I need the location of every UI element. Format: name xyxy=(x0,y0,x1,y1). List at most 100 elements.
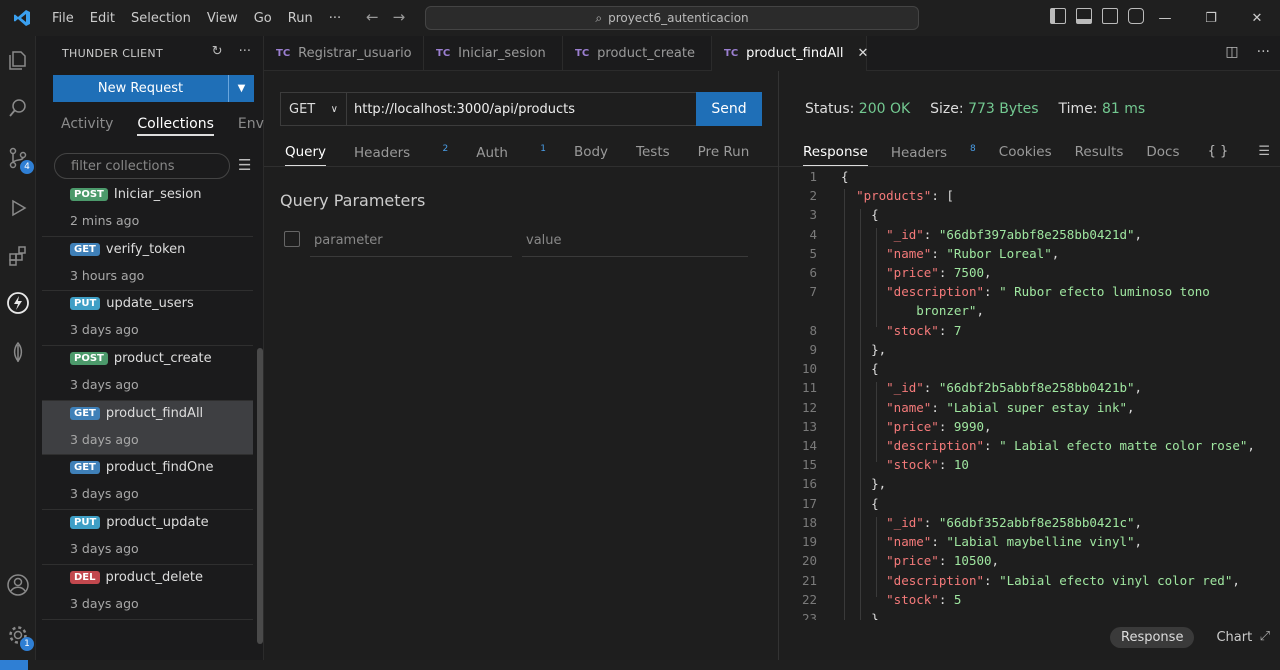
divider xyxy=(779,166,1280,167)
tab-env[interactable]: Env xyxy=(238,116,264,136)
view-chart-button[interactable]: Chart xyxy=(1216,630,1252,645)
list-item[interactable]: PUT update_users 3 days ago xyxy=(42,291,253,347)
menu-go[interactable]: Go xyxy=(246,11,280,26)
source-control-badge: 4 xyxy=(20,160,34,174)
tab-response[interactable]: Response xyxy=(803,144,868,167)
tab-pre-run[interactable]: Pre Run xyxy=(698,144,750,167)
minimize-icon[interactable]: — xyxy=(1142,0,1188,36)
list-item[interactable]: PUT product_update 3 days ago xyxy=(42,510,253,565)
line-number: 20 xyxy=(801,553,817,568)
close-tab-icon[interactable]: ✕ xyxy=(857,46,868,61)
line-number: 11 xyxy=(801,380,817,395)
tab-collections[interactable]: Collections xyxy=(137,116,214,136)
menu-selection[interactable]: Selection xyxy=(123,11,199,26)
sidebar-scrollbar[interactable] xyxy=(257,348,263,644)
tab-query[interactable]: Query xyxy=(285,144,327,167)
line-number: 17 xyxy=(801,496,817,511)
thunder-client-sidebar: THUNDER CLIENT ↻ ··· New Request ▼ Activ… xyxy=(36,36,264,660)
new-request-button[interactable]: New Request ▼ xyxy=(53,75,254,102)
json-response-viewer[interactable]: 1 { 2 "products": [ 3 { 4 "_id": "66dbf3… xyxy=(779,168,1280,620)
list-item[interactable]: GET product_findOne 3 days ago xyxy=(42,455,253,511)
method-select[interactable]: GET ∨ xyxy=(281,93,347,125)
request-name: product_findOne xyxy=(105,460,214,476)
tab-body[interactable]: Body xyxy=(574,144,608,167)
menu-file[interactable]: File xyxy=(44,11,82,26)
expand-icon[interactable]: ⤢ xyxy=(1260,629,1270,644)
tab-results[interactable]: Results xyxy=(1075,144,1124,167)
run-debug-icon[interactable] xyxy=(6,196,30,220)
close-window-icon[interactable]: ✕ xyxy=(1234,0,1280,36)
more-actions-icon[interactable]: ··· xyxy=(239,44,251,59)
sidebar-actions: ↻ ··· xyxy=(212,44,251,59)
code-line: "description": " Labial efecto matte col… xyxy=(886,438,1255,453)
tab-tests[interactable]: Tests xyxy=(636,144,670,167)
response-menu-icon[interactable]: ☰ xyxy=(1258,144,1270,159)
restore-icon[interactable]: ❐ xyxy=(1188,0,1234,36)
code-line: }, xyxy=(841,342,887,357)
editor-more-icon[interactable]: ··· xyxy=(1257,44,1270,60)
tab-headers[interactable]: Headers 2 xyxy=(354,144,448,167)
extensions-icon[interactable] xyxy=(6,244,30,268)
toggle-panel-icon[interactable] xyxy=(1076,8,1092,24)
code-line: "name": "Rubor Loreal", xyxy=(886,246,1060,261)
accounts-icon[interactable] xyxy=(6,573,30,597)
response-pane: Status: 200 OK Size: 773 Bytes Time: 81 … xyxy=(779,71,1280,660)
tab-label: product_findAll xyxy=(746,46,844,61)
tab-registrar-usuario[interactable]: TC Registrar_usuario xyxy=(264,36,424,71)
list-item[interactable]: GET verify_token 3 hours ago xyxy=(42,237,253,292)
code-line: "_id": "66dbf2b5abbf8e258bb0421b", xyxy=(886,380,1143,395)
tab-auth-label: Auth xyxy=(476,144,508,161)
refresh-icon[interactable]: ↻ xyxy=(212,44,223,59)
tab-auth[interactable]: Auth 1 xyxy=(476,144,546,167)
menu-view[interactable]: View xyxy=(199,11,246,26)
search-view-icon[interactable] xyxy=(6,96,30,120)
request-name: verify_token xyxy=(105,241,186,257)
command-center-search[interactable]: ⌕ proyect6_autenticacion xyxy=(425,6,919,30)
tab-response-headers[interactable]: Headers 8 xyxy=(891,144,976,167)
tab-activity[interactable]: Activity xyxy=(61,116,113,136)
chevron-down-icon[interactable]: ▼ xyxy=(228,75,254,102)
send-button[interactable]: Send xyxy=(696,92,762,126)
tab-iniciar-sesion[interactable]: TC Iniciar_sesion xyxy=(424,36,563,71)
list-item[interactable]: POST product_create 3 days ago xyxy=(42,346,253,401)
menu-more[interactable]: ··· xyxy=(321,11,349,26)
explorer-icon[interactable] xyxy=(6,48,30,72)
settings-gear-icon[interactable]: 1 xyxy=(6,623,34,651)
tab-cookies[interactable]: Cookies xyxy=(999,144,1052,167)
param-checkbox[interactable] xyxy=(284,231,300,247)
mongodb-leaf-icon[interactable] xyxy=(6,340,30,364)
tab-product-findall[interactable]: TC product_findAll ✕ xyxy=(712,36,868,71)
back-arrow-icon[interactable]: ← xyxy=(366,8,379,26)
source-control-icon[interactable]: 4 xyxy=(6,146,34,174)
editor-tab-bar: TC Registrar_usuario TC Iniciar_sesion T… xyxy=(264,36,1280,71)
toggle-primary-sidebar-icon[interactable] xyxy=(1050,8,1066,24)
request-time: 3 days ago xyxy=(70,377,139,393)
method-badge: GET xyxy=(70,242,100,256)
vscode-logo-icon xyxy=(0,0,44,36)
view-response-button[interactable]: Response xyxy=(1110,627,1195,648)
status-bar xyxy=(0,660,1280,670)
list-item[interactable]: DEL product_delete 3 days ago xyxy=(42,565,253,620)
list-item[interactable]: GET product_findAll 3 days ago xyxy=(42,400,253,456)
remote-indicator[interactable] xyxy=(0,660,28,670)
request-time: 3 hours ago xyxy=(70,267,145,283)
param-value-input[interactable]: value xyxy=(522,231,748,257)
url-input[interactable]: http://localhost:3000/api/products xyxy=(347,102,696,117)
format-braces-icon[interactable]: { } xyxy=(1208,144,1229,159)
method-badge: DEL xyxy=(70,570,100,584)
filter-menu-icon[interactable]: ☰ xyxy=(238,156,251,174)
param-name-input[interactable]: parameter xyxy=(310,231,512,257)
code-line: { xyxy=(841,361,879,376)
thunder-client-icon[interactable] xyxy=(6,291,30,315)
menu-edit[interactable]: Edit xyxy=(82,11,123,26)
list-item[interactable]: POST Iniciar_sesion 2 mins ago xyxy=(42,182,253,237)
tab-product-create[interactable]: TC product_create xyxy=(563,36,712,71)
divider xyxy=(264,166,778,167)
split-editor-icon[interactable]: ◫ xyxy=(1225,44,1238,60)
query-param-row: parameter value xyxy=(284,231,750,257)
tab-docs[interactable]: Docs xyxy=(1146,144,1179,167)
filter-collections-input[interactable]: filter collections xyxy=(54,153,230,179)
menu-run[interactable]: Run xyxy=(280,11,321,26)
forward-arrow-icon[interactable]: → xyxy=(393,8,406,26)
toggle-secondary-sidebar-icon[interactable] xyxy=(1102,8,1118,24)
